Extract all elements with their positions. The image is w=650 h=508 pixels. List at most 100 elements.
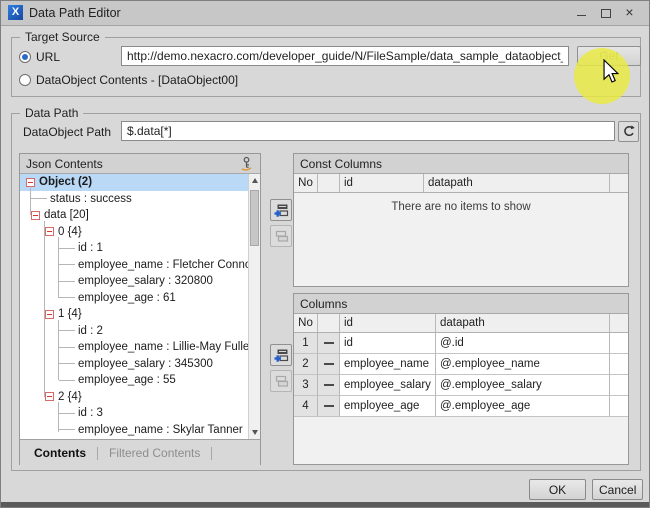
add-columns-icon [274,203,289,218]
row-end [610,375,628,396]
tree-item[interactable]: data [20] [20,207,248,224]
row-id[interactable]: id [340,333,436,354]
tree-item[interactable]: id : 2 [20,323,248,340]
json-contents-title: Json Contents [26,157,103,171]
mouse-cursor-icon [603,59,619,83]
tree-item-label: employee_name : Skylar Tanner [78,424,243,436]
col-header-id: id [340,314,436,332]
columns-grid-header: No id datapath [294,314,628,333]
url-radio[interactable] [19,51,31,63]
tree-item-label: 2 {4} [58,391,82,403]
title-bar[interactable]: X Data Path Editor × [1,1,649,26]
tree-item[interactable]: employee_name : Skylar Tanner [20,422,248,439]
collapse-icon[interactable] [45,392,54,401]
row-handle-icon [324,363,334,365]
row-handle[interactable] [318,396,340,417]
tree-item[interactable]: 0 {4} [20,224,248,241]
tree-item-label: employee_salary : 320800 [78,275,213,287]
col-header-end [610,174,628,192]
tree-guide-line [58,320,59,380]
row-handle[interactable] [318,375,340,396]
copy-columns-icon [274,374,289,389]
row-handle[interactable] [318,333,340,354]
refresh-icon [622,125,635,138]
scrollbar-thumb[interactable] [250,190,259,246]
row-handle[interactable] [318,354,340,375]
row-datapath[interactable]: @.id [436,333,610,354]
row-id[interactable]: employee_age [340,396,436,417]
row-end [610,396,628,417]
add-columns-icon [274,348,289,363]
column-row[interactable]: 4 employee_age @.employee_age [294,396,628,417]
col-header-no: No [294,174,318,192]
row-datapath[interactable]: @.employee_name [436,354,610,375]
tree-item[interactable]: employee_name : Fletcher Connolly [20,257,248,274]
row-no: 1 [294,333,318,354]
remove-const-column-button[interactable] [270,225,292,247]
tree-item-label: data [20] [44,209,89,221]
tree-item[interactable]: id : 3 [20,405,248,422]
tree-item[interactable]: employee_name : Lillie-May Fuller [20,339,248,356]
key-icon[interactable] [239,156,254,171]
cancel-button[interactable]: Cancel [592,479,643,500]
tree-item[interactable]: Object (2) [20,174,248,191]
maximize-button[interactable] [597,5,614,21]
tab-contents[interactable]: Contents [34,446,86,460]
row-datapath[interactable]: @.employee_salary [436,375,610,396]
add-const-column-button[interactable] [270,199,292,221]
collapse-icon[interactable] [45,227,54,236]
row-no: 2 [294,354,318,375]
col-header-datapath: datapath [436,314,610,332]
scroll-down-icon[interactable] [249,426,260,439]
const-columns-empty-message: There are no items to show [294,193,628,213]
col-header-end [610,314,628,332]
tree-item-label: 1 {4} [58,308,82,320]
row-id[interactable]: employee_salary [340,375,436,396]
ok-button[interactable]: OK [529,479,586,500]
tree-item-label: employee_name : Fletcher Connolly [78,259,248,271]
url-input[interactable] [121,46,569,66]
close-icon: × [625,4,633,20]
dataobject-contents-radio[interactable] [19,74,31,86]
copy-columns-icon [274,229,289,244]
tree-item[interactable]: employee_age : 55 [20,372,248,389]
tree-item[interactable]: 2 {4} [20,389,248,406]
column-row[interactable]: 2 employee_name @.employee_name [294,354,628,375]
window-bottom-border [1,502,649,507]
row-datapath[interactable]: @.employee_age [436,396,610,417]
row-handle-icon [324,384,334,386]
tree-item-label: id : 2 [78,325,103,337]
row-no: 3 [294,375,318,396]
click-highlight [574,48,630,104]
row-id[interactable]: employee_name [340,354,436,375]
collapse-icon[interactable] [26,178,35,187]
tree-item[interactable]: status : success [20,191,248,208]
collapse-icon[interactable] [31,211,40,220]
remove-column-button[interactable] [270,370,292,392]
tree-item-label: id : 1 [78,242,103,254]
tree-scrollbar[interactable] [248,174,260,439]
close-button[interactable]: × [621,5,638,21]
maximize-icon [601,9,611,18]
row-end [610,333,628,354]
tree-item[interactable]: employee_salary : 345300 [20,356,248,373]
dataobject-contents-radio-label: DataObject Contents - [DataObject00] [36,73,238,87]
collapse-icon[interactable] [45,310,54,319]
tree-item[interactable]: employee_age : 61 [20,290,248,307]
tab-separator [97,447,98,460]
minimize-button[interactable] [573,5,590,21]
tab-filtered-contents[interactable]: Filtered Contents [109,446,200,460]
tree-item-label: Object (2) [39,176,92,188]
col-header-datapath: datapath [424,174,610,192]
refresh-button[interactable] [618,121,639,142]
tree-item[interactable]: 1 {4} [20,306,248,323]
column-row[interactable]: 1 id @.id [294,333,628,354]
scroll-up-icon[interactable] [249,174,260,187]
tree-item[interactable]: employee_salary : 320800 [20,273,248,290]
json-tree[interactable]: Object (2) status : success data [20] 0 … [20,174,260,439]
column-row[interactable]: 3 employee_salary @.employee_salary [294,375,628,396]
dataobject-path-input[interactable] [121,121,615,141]
add-column-button[interactable] [270,344,292,366]
tree-item[interactable]: id : 1 [20,240,248,257]
col-header-id: id [340,174,424,192]
